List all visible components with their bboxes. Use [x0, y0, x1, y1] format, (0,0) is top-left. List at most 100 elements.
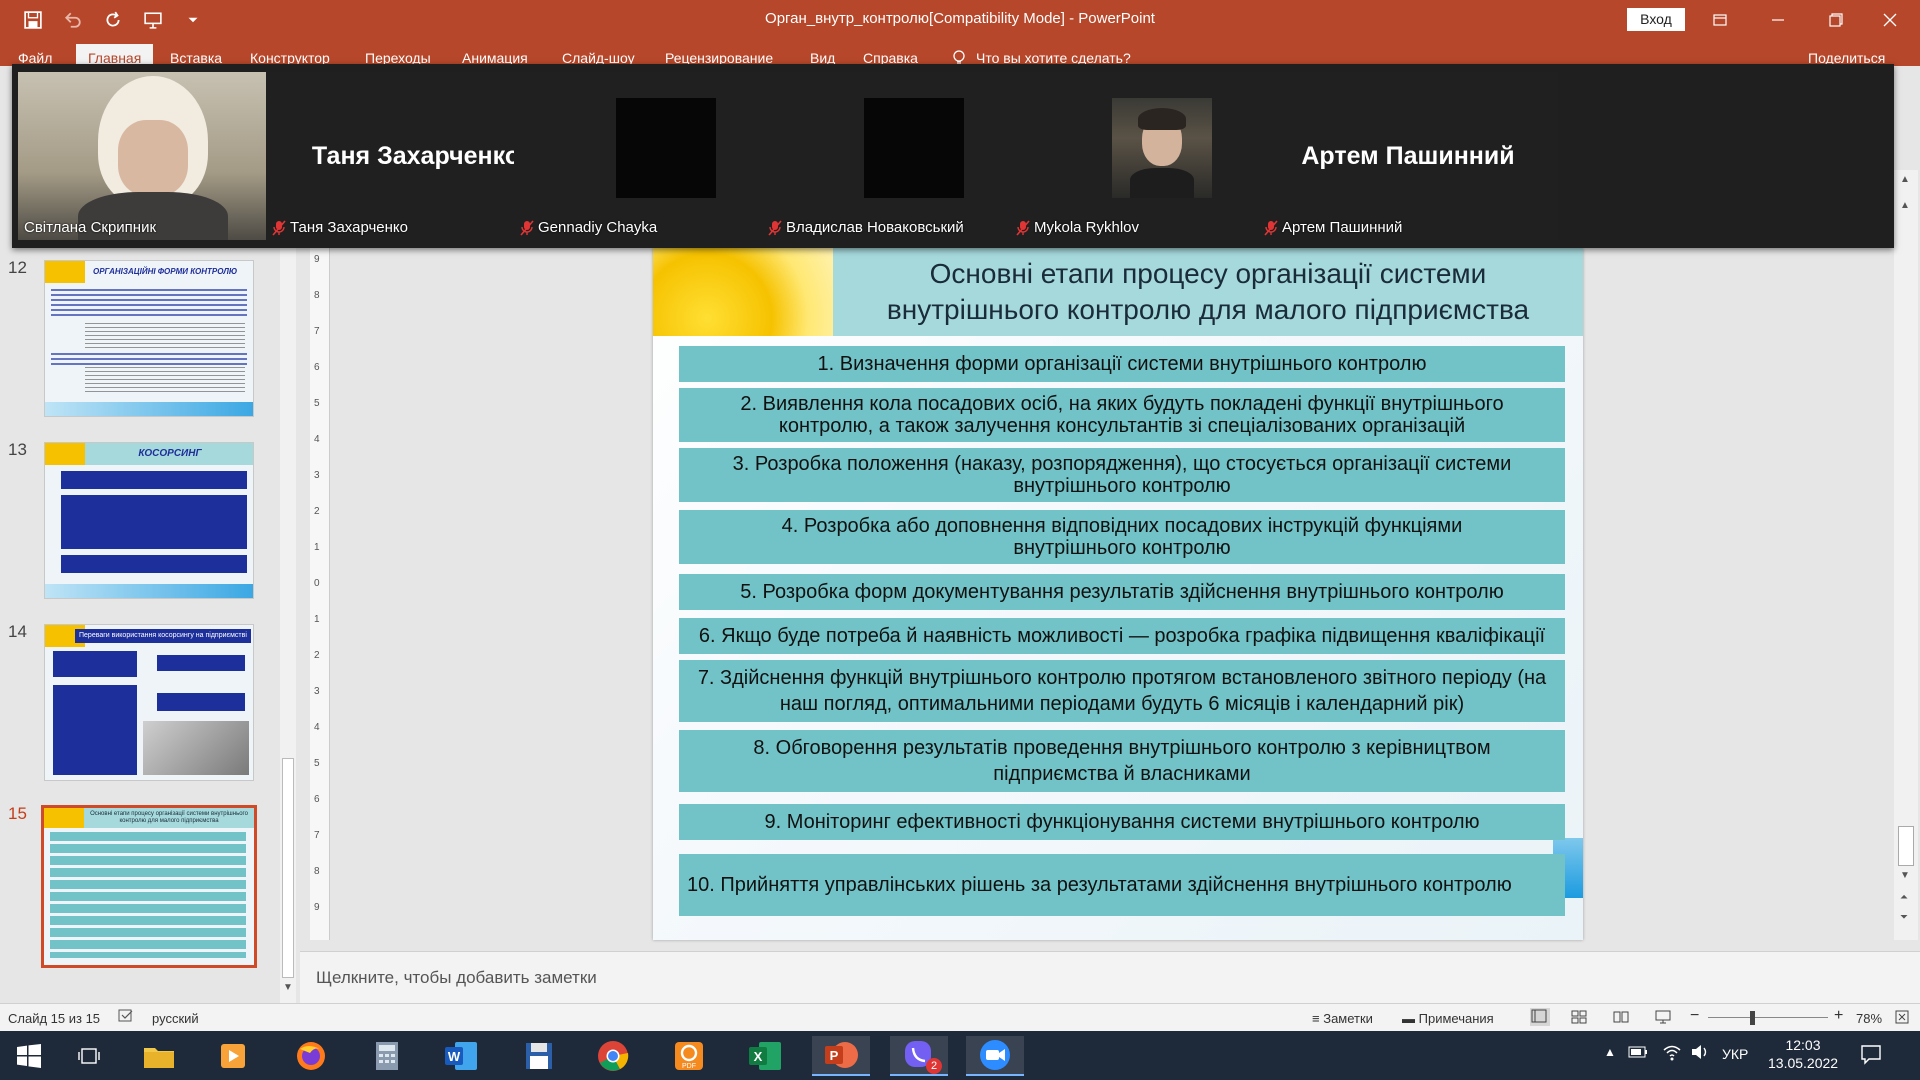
zoom-meeting-icon[interactable] — [966, 1036, 1024, 1076]
next-slide-icon[interactable]: ⏷ — [1900, 912, 1908, 923]
step-box[interactable]: 5. Розробка форм документування результа… — [679, 574, 1565, 610]
ruler-tick: 9 — [314, 254, 320, 265]
step-box[interactable]: 3. Розробка положення (наказу, розпорядж… — [679, 448, 1565, 502]
participant-name-text: Таня Захарченко — [290, 219, 409, 236]
windows-taskbar: W PDF X P 2 ▲ УКР 12:03 13.05.2022 — [0, 1031, 1920, 1080]
tab-home[interactable]: Главная — [76, 44, 154, 66]
video-call-strip: Світлана Скрипник Таня Захарченко Таня З… — [12, 64, 1894, 248]
chrome-icon[interactable] — [584, 1036, 642, 1076]
scroll-up-icon[interactable]: ▲ — [1900, 174, 1910, 185]
slide-thumbnail-12[interactable]: ОРГАНІЗАЦІЙНІ ФОРМИ КОНТРОЛЮ — [44, 260, 254, 417]
scroll-up-icon[interactable]: ▲ — [1900, 200, 1910, 211]
slide-thumbnail-15[interactable]: Основні етапи процесу організації систем… — [41, 805, 257, 968]
step-box[interactable]: 9. Моніторинг ефективності функціонуванн… — [679, 804, 1565, 840]
participant-name: Gennadiy Chayka — [520, 219, 657, 236]
participant-name-text: Владислав Новаковський — [786, 219, 964, 236]
fit-to-window-icon[interactable] — [1894, 1009, 1910, 1028]
zoom-level[interactable]: 78% — [1856, 1011, 1882, 1026]
ruler-tick: 6 — [314, 794, 320, 805]
participant-video-face — [118, 120, 188, 196]
participant-name: Артем Пашинний — [1264, 219, 1402, 236]
notes-toggle-label: Заметки — [1323, 1011, 1373, 1026]
step-box[interactable]: 6. Якщо буде потреба й наявність можливо… — [679, 618, 1565, 654]
video-player-icon[interactable] — [204, 1036, 262, 1076]
clock[interactable]: 12:03 13.05.2022 — [1768, 1037, 1838, 1071]
thumbnail-title: КОСОРСИНГ — [85, 443, 253, 465]
scrollbar-thumb[interactable] — [1898, 826, 1914, 866]
participant-video-off — [864, 98, 964, 198]
reading-view-icon[interactable] — [1612, 1009, 1630, 1028]
ribbon-tabs: Файл Главная Вставка Конструктор Переход… — [0, 40, 1920, 66]
powerpoint-icon[interactable]: P — [812, 1036, 870, 1076]
slide-thumbnail-14[interactable]: Переваги використання косорсингу на підп… — [44, 624, 254, 781]
previous-slide-icon[interactable]: ⏶ — [1900, 892, 1908, 903]
scroll-down-icon[interactable]: ▼ — [283, 982, 293, 993]
editor-scrollbar[interactable]: ▲ ▲ ▼ ⏶ ⏷ — [1894, 170, 1918, 940]
thumbnail-scrollbar[interactable]: ▼ — [280, 248, 296, 1003]
close-icon[interactable] — [1860, 0, 1920, 40]
ruler-tick: 3 — [314, 470, 320, 481]
step-box[interactable]: 2. Виявлення кола посадових осіб, на яки… — [679, 388, 1565, 442]
status-bar: Слайд 15 из 15 русский ≡ Заметки ▬ Приме… — [0, 1003, 1920, 1031]
participant-name-text: Gennadiy Chayka — [538, 219, 658, 236]
step-box[interactable]: 10. Прийняття управлінських рішень за ре… — [679, 854, 1565, 916]
zoom-slider-thumb[interactable] — [1750, 1011, 1755, 1025]
minimize-icon[interactable] — [1748, 0, 1808, 40]
scroll-down-icon[interactable]: ▼ — [1900, 870, 1910, 881]
slide-title-line: внутрішнього контролю для малого підприє… — [886, 294, 1530, 325]
floppy-save-app-icon[interactable] — [510, 1036, 568, 1076]
participant-video-off — [616, 98, 716, 198]
slide-thumbnail-13[interactable]: КОСОРСИНГ — [44, 442, 254, 599]
battery-icon[interactable] — [1628, 1045, 1648, 1062]
slideshow-view-icon[interactable] — [1654, 1009, 1672, 1028]
volume-icon[interactable] — [1690, 1044, 1710, 1063]
ruler-tick: 2 — [314, 650, 320, 661]
keyboard-language[interactable]: УКР — [1722, 1046, 1748, 1062]
signin-button[interactable]: Вход — [1627, 8, 1685, 31]
task-view-icon[interactable] — [60, 1036, 118, 1076]
ruler-tick: 7 — [314, 326, 320, 337]
action-center-icon[interactable] — [1860, 1043, 1882, 1068]
ruler-tick: 9 — [314, 902, 320, 913]
slide-title-box[interactable]: Основні етапи процесу організації систем… — [833, 248, 1583, 336]
slide-canvas[interactable]: Основні етапи процесу організації систем… — [653, 248, 1583, 940]
zoom-slider[interactable] — [1708, 1017, 1828, 1018]
svg-text:X: X — [754, 1049, 763, 1064]
wifi-icon[interactable] — [1662, 1043, 1682, 1064]
calculator-icon[interactable] — [358, 1036, 416, 1076]
step-box[interactable]: 1. Визначення форми організації системи … — [679, 346, 1565, 382]
word-icon[interactable]: W — [432, 1036, 490, 1076]
firefox-icon[interactable] — [282, 1036, 340, 1076]
step-box[interactable]: 4. Розробка або доповнення відповідних п… — [679, 510, 1565, 564]
file-explorer-icon[interactable] — [130, 1036, 188, 1076]
notes-toggle-button[interactable]: ≡ Заметки — [1312, 1011, 1373, 1026]
participant-name: Владислав Новаковський — [768, 219, 964, 236]
pdf-app-icon[interactable]: PDF — [660, 1036, 718, 1076]
viber-icon[interactable]: 2 — [890, 1036, 948, 1076]
excel-icon[interactable]: X — [736, 1036, 794, 1076]
participant-tile[interactable]: Артем Пашинний Артем Пашинний — [1258, 72, 1558, 240]
ruler-tick: 5 — [314, 758, 320, 769]
show-hidden-icons[interactable]: ▲ — [1604, 1045, 1616, 1059]
ruler-tick: 8 — [314, 866, 320, 877]
step-box[interactable]: 7. Здійснення функцій внутрішнього контр… — [679, 660, 1565, 722]
participant-name: Світлана Скрипник — [24, 219, 156, 236]
restore-icon[interactable] — [1806, 0, 1866, 40]
normal-view-icon[interactable] — [1530, 1008, 1550, 1026]
svg-text:P: P — [830, 1048, 839, 1063]
slide-counter: Слайд 15 из 15 — [8, 1011, 101, 1026]
ruler-tick: 1 — [314, 542, 320, 553]
slide-sorter-icon[interactable] — [1570, 1009, 1588, 1028]
step-box[interactable]: 8. Обговорення результатів проведення вн… — [679, 730, 1565, 792]
zoom-in-icon[interactable]: + — [1834, 1007, 1843, 1025]
notes-pane[interactable]: Щелкните, чтобы добавить заметки — [300, 951, 1920, 1003]
windows-start-icon[interactable] — [0, 1036, 58, 1076]
comments-button[interactable]: ▬ Примечания — [1402, 1011, 1494, 1026]
spellcheck-icon[interactable] — [118, 1009, 134, 1026]
scrollbar-thumb[interactable] — [282, 758, 294, 978]
ruler-tick: 7 — [314, 830, 320, 841]
thumbnail-title: Основні етапи процесу організації систем… — [84, 808, 254, 828]
language-indicator[interactable]: русский — [152, 1011, 199, 1026]
zoom-out-icon[interactable]: − — [1690, 1007, 1699, 1025]
ribbon-display-options-icon[interactable] — [1690, 0, 1750, 40]
